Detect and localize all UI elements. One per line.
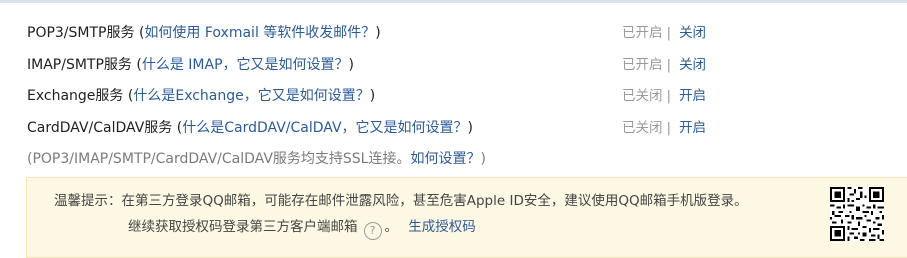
status-text: 已开启 [622, 25, 663, 41]
service-list: POP3/SMTP服务 (如何使用 Foxmail 等软件收发邮件？) 已开启 |… [27, 20, 887, 170]
separator: | [666, 25, 672, 41]
paren-close: ) [348, 56, 354, 73]
auth-code-text: 继续获取授权码登录第三方客户端邮箱 [128, 219, 358, 235]
service-status-imap: 已开启 | 关闭 [622, 52, 706, 79]
warning-tip-box: 温馨提示：在第三方登录QQ邮箱，可能存在邮件泄露风险，甚至危害Apple ID安… [26, 177, 907, 258]
help-link-imap[interactable]: 什么是 IMAP，它又是如何设置？ [142, 57, 349, 73]
service-name: CardDAV/CalDAV服务 [27, 119, 173, 136]
toggle-imap-button[interactable]: 关闭 [679, 57, 706, 73]
service-name: POP3/SMTP服务 [27, 25, 135, 41]
service-status-carddav: 已关闭 | 开启 [622, 115, 706, 142]
service-row-imap-smtp: IMAP/SMTP服务 (什么是 IMAP，它又是如何设置？) 已开启 | 关闭 [27, 52, 887, 84]
separator: | [666, 88, 672, 104]
status-text: 已关闭 [622, 119, 663, 136]
service-name: IMAP/SMTP服务 [27, 56, 132, 73]
service-row-pop3-smtp: POP3/SMTP服务 (如何使用 Foxmail 等软件收发邮件？) 已开启 |… [27, 20, 887, 52]
separator: | [666, 56, 672, 73]
toggle-carddav-button[interactable]: 开启 [679, 120, 706, 136]
status-text: 已开启 [622, 56, 663, 73]
tip-message: 在第三方登录QQ邮箱，可能存在邮件泄露风险，甚至危害Apple ID安全，建议使… [121, 193, 748, 209]
service-name: Exchange服务 [27, 88, 124, 104]
generate-auth-code-link[interactable]: 生成授权码 [408, 219, 476, 235]
service-status-pop3: 已开启 | 关闭 [622, 20, 706, 47]
ssl-note: (POP3/IMAP/SMTP/CardDAV/CalDAV服务均支持SSL连接… [27, 148, 887, 170]
paren-close: ) [375, 25, 381, 41]
service-row-carddav-caldav: CardDAV/CalDAV服务 (什么是CardDAV/CalDAV，它又是如… [27, 115, 887, 147]
ssl-note-close: ) [480, 151, 486, 167]
separator: | [666, 119, 672, 136]
service-status-exchange: 已关闭 | 开启 [622, 83, 706, 110]
paren-close: ) [369, 88, 376, 104]
toggle-exchange-button[interactable]: 开启 [679, 88, 706, 104]
top-divider [0, 0, 907, 3]
tip-period: 。 [384, 219, 399, 235]
paren-close: ) [467, 119, 474, 136]
tip-line-1: 温馨提示：在第三方登录QQ邮箱，可能存在邮件泄露风险，甚至危害Apple ID安… [54, 190, 748, 212]
help-link-pop3[interactable]: 如何使用 Foxmail 等软件收发邮件？ [144, 25, 375, 41]
help-link-exchange[interactable]: 什么是Exchange，它又是如何设置？ [133, 88, 369, 104]
ssl-settings-link[interactable]: 如何设置？ [410, 151, 480, 167]
service-row-exchange: Exchange服务 (什么是Exchange，它又是如何设置？) 已关闭 | 开启 [27, 83, 887, 115]
tip-label: 温馨提示： [54, 193, 122, 209]
qr-code-icon [830, 187, 884, 241]
help-link-carddav[interactable]: 什么是CardDAV/CalDAV，它又是如何设置？ [182, 120, 467, 136]
toggle-pop3-button[interactable]: 关闭 [679, 25, 706, 41]
ssl-note-text: (POP3/IMAP/SMTP/CardDAV/CalDAV服务均支持SSL连接… [27, 151, 411, 167]
question-circle-icon[interactable]: ? [363, 222, 382, 240]
status-text: 已关闭 [622, 88, 663, 104]
tip-line-2: 继续获取授权码登录第三方客户端邮箱?。 生成授权码 [128, 216, 476, 240]
